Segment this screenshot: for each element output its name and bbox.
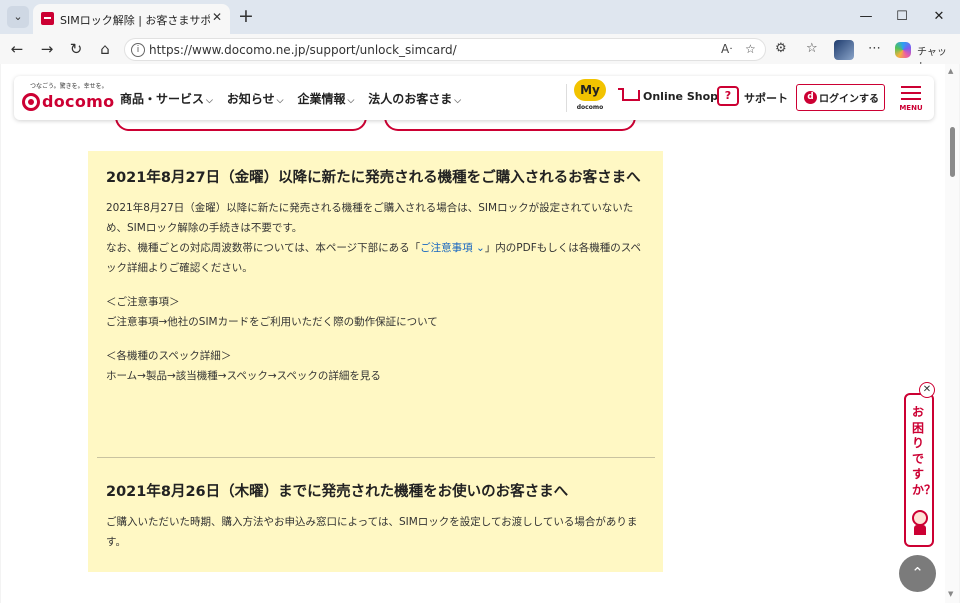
tab-title: SIMロック解除 | お客さまサポート | NT	[60, 14, 210, 27]
header-divider	[566, 84, 567, 112]
copilot-chat-button[interactable]: チャット	[893, 39, 955, 73]
section-heading: 2021年8月26日（木曜）までに発売された機種をお使いのお客さまへ	[106, 484, 569, 500]
section-divider	[97, 457, 655, 458]
page-scrollbar[interactable]: ▲ ▼	[945, 64, 959, 603]
read-aloud-icon[interactable]: Aᐧ	[721, 42, 732, 56]
help-tab-close-icon[interactable]: ✕	[919, 382, 935, 398]
logo-tagline: つなごう。驚きを。幸せを。	[30, 83, 108, 90]
my-docomo-sub: docomo	[576, 104, 604, 111]
section-heading: 2021年8月27日（金曜）以降に新たに発売される機種をご購入されるお客さまへ	[106, 170, 641, 186]
section-paragraph: なお、機種ごとの対応周波数帯については、本ページ下部にある「ご注意事項 ⌄」内の…	[106, 242, 642, 274]
nav-item-business[interactable]: 法人のお客さま ⌵	[368, 90, 461, 107]
chevron-down-icon: ⌵	[347, 96, 355, 106]
mascot-icon	[909, 510, 931, 536]
nav-item-company[interactable]: 企業情報 ⌵	[297, 90, 354, 107]
home-icon[interactable]: ⌂	[95, 39, 115, 59]
site-header: つなごう。驚きを。幸せを。 docomo 商品・サービス ⌵ お知らせ ⌵ 企業情報…	[14, 76, 934, 120]
login-label: ログインする	[819, 94, 879, 105]
chevron-down-icon: ⌵	[276, 96, 284, 106]
help-tab[interactable]: お困りですか？	[904, 393, 937, 547]
profile-avatar[interactable]	[834, 40, 854, 60]
hamburger-icon	[901, 86, 921, 88]
global-nav: 商品・サービス ⌵ お知らせ ⌵ 企業情報 ⌵ 法人のお客さま ⌵	[120, 90, 461, 107]
hamburger-icon	[901, 98, 921, 100]
chevron-down-icon: ⌄	[472, 242, 485, 254]
hamburger-icon	[901, 92, 921, 94]
section-before-20210826: 2021年8月26日（木曜）までに発売された機種をお使いのお客さまへ ご購入いた…	[106, 481, 646, 552]
browser-tab-active[interactable]: SIMロック解除 | お客さまサポート | NT ✕	[33, 4, 230, 34]
section-after-20210827: 2021年8月27日（金曜）以降に新たに発売される機種をご購入されるお客さまへ …	[106, 167, 646, 386]
forward-arrow-icon[interactable]: →	[37, 39, 57, 59]
refresh-icon[interactable]: ↻	[66, 39, 86, 59]
section-paragraph: 2021年8月27日（金曜）以降に新たに発売される機種をご購入される場合は、SI…	[106, 202, 634, 234]
browser-toolbar: ← → ↻ ⌂ i https://www.docomo.ne.jp/suppo…	[0, 34, 960, 73]
scroll-up-arrow-icon[interactable]: ▲	[948, 67, 953, 75]
address-bar[interactable]: i https://www.docomo.ne.jp/support/unloc…	[124, 38, 766, 61]
new-tab-plus-icon[interactable]: +	[238, 5, 254, 27]
note-path: ご注意事項→他社のSIMカードをご利用いただく際の動作保証について	[106, 316, 438, 328]
menu-label: MENU	[899, 104, 923, 112]
scroll-down-arrow-icon[interactable]: ▼	[948, 590, 953, 598]
window-close-icon[interactable]: ✕	[929, 7, 949, 27]
favorites-list-icon[interactable]: ☆	[806, 41, 818, 56]
content-box: 2021年8月27日（金曜）以降に新たに発売される機種をご購入されるお客さまへ …	[88, 151, 663, 572]
chevron-down-icon: ⌵	[454, 96, 462, 106]
my-docomo-icon: My	[574, 79, 606, 101]
docomo-favicon-icon	[41, 12, 54, 25]
menu-button[interactable]: MENU	[896, 83, 926, 113]
favorite-star-icon[interactable]: ☆	[745, 42, 756, 56]
online-shop-link[interactable]: Online Shop	[643, 90, 718, 103]
chevron-down-icon: ⌵	[206, 96, 213, 106]
tab-list-chevron-icon[interactable]: ⌄	[7, 6, 29, 28]
help-tab-text: お困りですか？	[912, 405, 937, 497]
nav-item-news[interactable]: お知らせ ⌵	[227, 90, 284, 107]
back-arrow-icon[interactable]: ←	[7, 39, 27, 59]
page-viewport: つなごう。驚きを。幸せを。 docomo 商品・サービス ⌵ お知らせ ⌵ 企業情報…	[1, 64, 959, 603]
nav-item-products[interactable]: 商品・サービス ⌵	[120, 90, 213, 107]
note-title: ＜各機種のスペック詳細＞	[106, 350, 232, 362]
copilot-logo-icon	[895, 42, 911, 58]
tab-close-icon[interactable]: ✕	[212, 10, 222, 24]
extensions-icon[interactable]: ⚙	[775, 41, 787, 56]
d-account-icon: d	[804, 91, 817, 104]
login-button[interactable]: d ログインする	[796, 84, 885, 111]
maximize-icon[interactable]: ☐	[892, 7, 912, 27]
section-paragraph: ご購入いただいた時期、購入方法やお申込み窓口によっては、SIMロックを設定してお…	[106, 516, 638, 548]
minimize-icon[interactable]: —	[856, 7, 876, 27]
note-title: ＜ご注意事項＞	[106, 296, 180, 308]
back-to-top-arrow-icon[interactable]: ⌃	[899, 555, 936, 592]
docomo-mark-icon	[22, 93, 40, 111]
support-question-icon[interactable]: ?	[717, 86, 739, 106]
note-path: ホーム→製品→該当機種→スペック→スペックの詳細を見る	[106, 370, 381, 382]
logo-text: docomo	[42, 92, 115, 111]
site-info-icon[interactable]: i	[131, 43, 145, 57]
my-docomo-button[interactable]: My docomo	[574, 79, 606, 115]
support-link[interactable]: サポート	[744, 90, 788, 106]
more-menu-icon[interactable]: ⋯	[868, 41, 881, 56]
url-text[interactable]: https://www.docomo.ne.jp/support/unlock_…	[149, 43, 457, 57]
scrollbar-thumb[interactable]	[950, 127, 955, 177]
notes-anchor-link[interactable]: ご注意事項 ⌄	[420, 242, 485, 254]
cart-icon[interactable]	[618, 86, 640, 106]
browser-tab-bar: ⌄ SIMロック解除 | お客さまサポート | NT ✕ + — ☐ ✕	[0, 0, 960, 34]
docomo-logo[interactable]: つなごう。驚きを。幸せを。 docomo	[22, 81, 115, 115]
